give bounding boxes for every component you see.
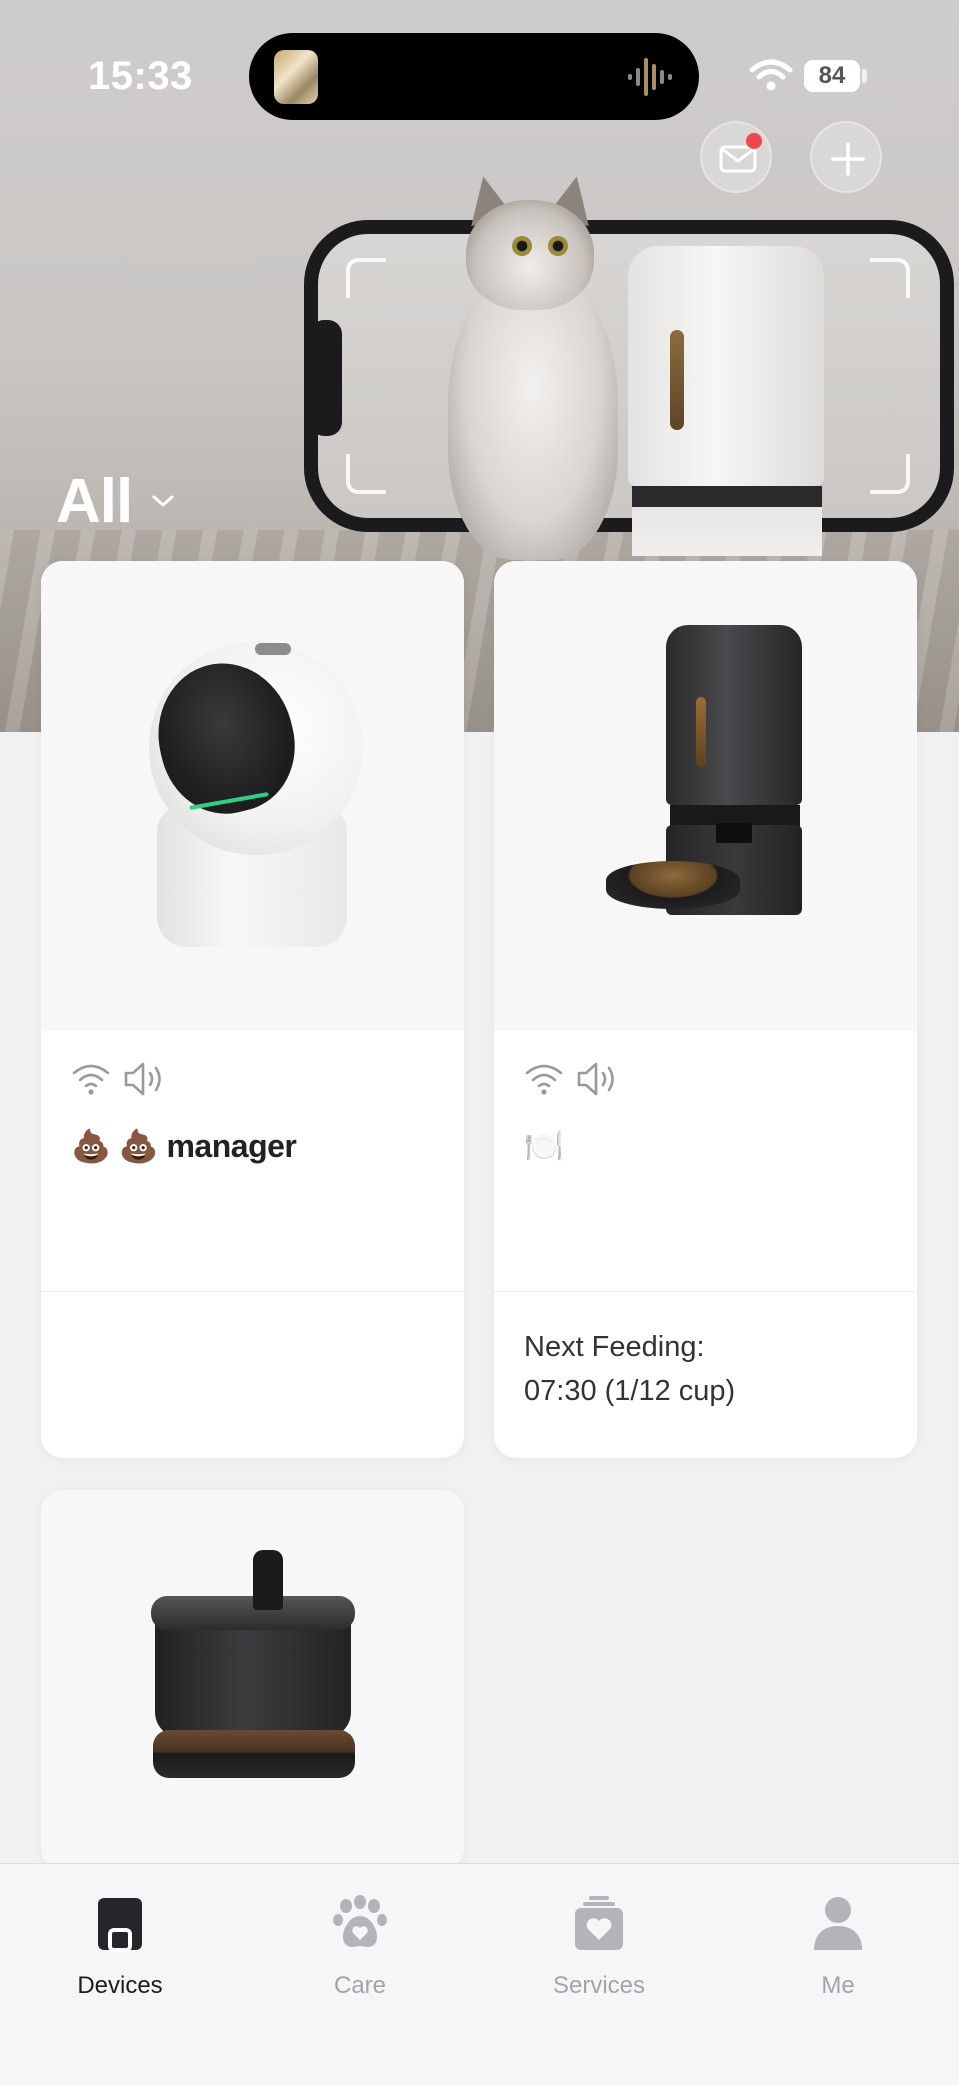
litter-box-handle <box>255 643 291 655</box>
speaker-icon <box>124 1062 161 1096</box>
feeder-bowl <box>606 861 740 909</box>
hero-feeder <box>628 246 824 486</box>
tab-me[interactable]: Me <box>738 1864 938 2024</box>
devices-icon <box>98 1898 142 1952</box>
device-image-fountain <box>41 1490 464 1870</box>
hero-feeder-window <box>670 330 684 430</box>
speaker-icon <box>577 1062 614 1096</box>
plus-icon <box>831 142 865 176</box>
person-icon <box>814 1897 862 1950</box>
device-card-fountain[interactable] <box>41 1490 464 1870</box>
wifi-icon <box>525 1064 563 1095</box>
tab-care[interactable]: Care <box>260 1864 460 2024</box>
battery-indicator: 84 <box>804 60 860 92</box>
next-feeding-value: 07:30 (1/12 cup) <box>524 1375 736 1407</box>
paw-icon <box>333 1895 387 1947</box>
feeder-hopper <box>666 625 802 805</box>
scan-corner <box>346 258 386 298</box>
audio-wave-icon <box>628 58 672 96</box>
hero-cat-head <box>466 200 594 310</box>
status-time: 15:33 <box>88 54 193 98</box>
hero-cat <box>448 270 618 560</box>
hero-feeder-base <box>632 486 822 556</box>
device-name: 🍽️ <box>524 1128 564 1164</box>
tab-services-label: Services <box>552 1972 646 1999</box>
scan-corner <box>870 454 910 494</box>
device-filter-label[interactable]: All <box>56 466 133 537</box>
wifi-icon <box>72 1064 110 1095</box>
services-heart-icon <box>575 1896 623 1950</box>
tab-services[interactable]: Services <box>499 1864 699 2024</box>
tab-me-label: Me <box>821 1972 855 1999</box>
scan-corner <box>346 454 386 494</box>
device-card-litter-box[interactable]: 💩 💩 manager <box>41 561 464 1458</box>
next-feeding-label: Next Feeding: <box>524 1331 705 1363</box>
hero-cat-eye <box>548 236 568 256</box>
fountain-spout <box>253 1550 283 1610</box>
tab-devices-label: Devices <box>77 1972 163 1999</box>
messages-button[interactable] <box>700 121 772 193</box>
tab-devices[interactable]: Devices <box>20 1864 220 2024</box>
next-feeding-info: Next Feeding: 07:30 (1/12 cup) <box>524 1325 735 1413</box>
device-image-feeder <box>494 561 917 1031</box>
device-card-feeder[interactable]: 🍽️ Next Feeding: 07:30 (1/12 cup) <box>494 561 917 1458</box>
notification-dot <box>746 133 762 149</box>
bottom-tab-bar: Devices Care Services Me <box>0 1863 959 2085</box>
hero-cat-eye <box>512 236 532 256</box>
device-name: 💩 💩 manager <box>71 1128 297 1164</box>
hero-phone-notch <box>310 320 342 436</box>
fountain-base <box>153 1730 355 1778</box>
chevron-down-icon[interactable] <box>148 486 178 516</box>
now-playing-thumbnail <box>274 50 318 104</box>
feeder-window <box>696 697 706 767</box>
feeder-slot <box>716 823 752 843</box>
card-divider <box>41 1291 464 1292</box>
battery-cap <box>862 69 867 83</box>
tab-care-label: Care <box>333 1972 387 1999</box>
add-device-button[interactable] <box>810 121 882 193</box>
device-image-litter-box <box>41 561 464 1031</box>
card-divider <box>494 1291 917 1292</box>
wifi-icon <box>749 59 793 91</box>
scan-corner <box>870 258 910 298</box>
